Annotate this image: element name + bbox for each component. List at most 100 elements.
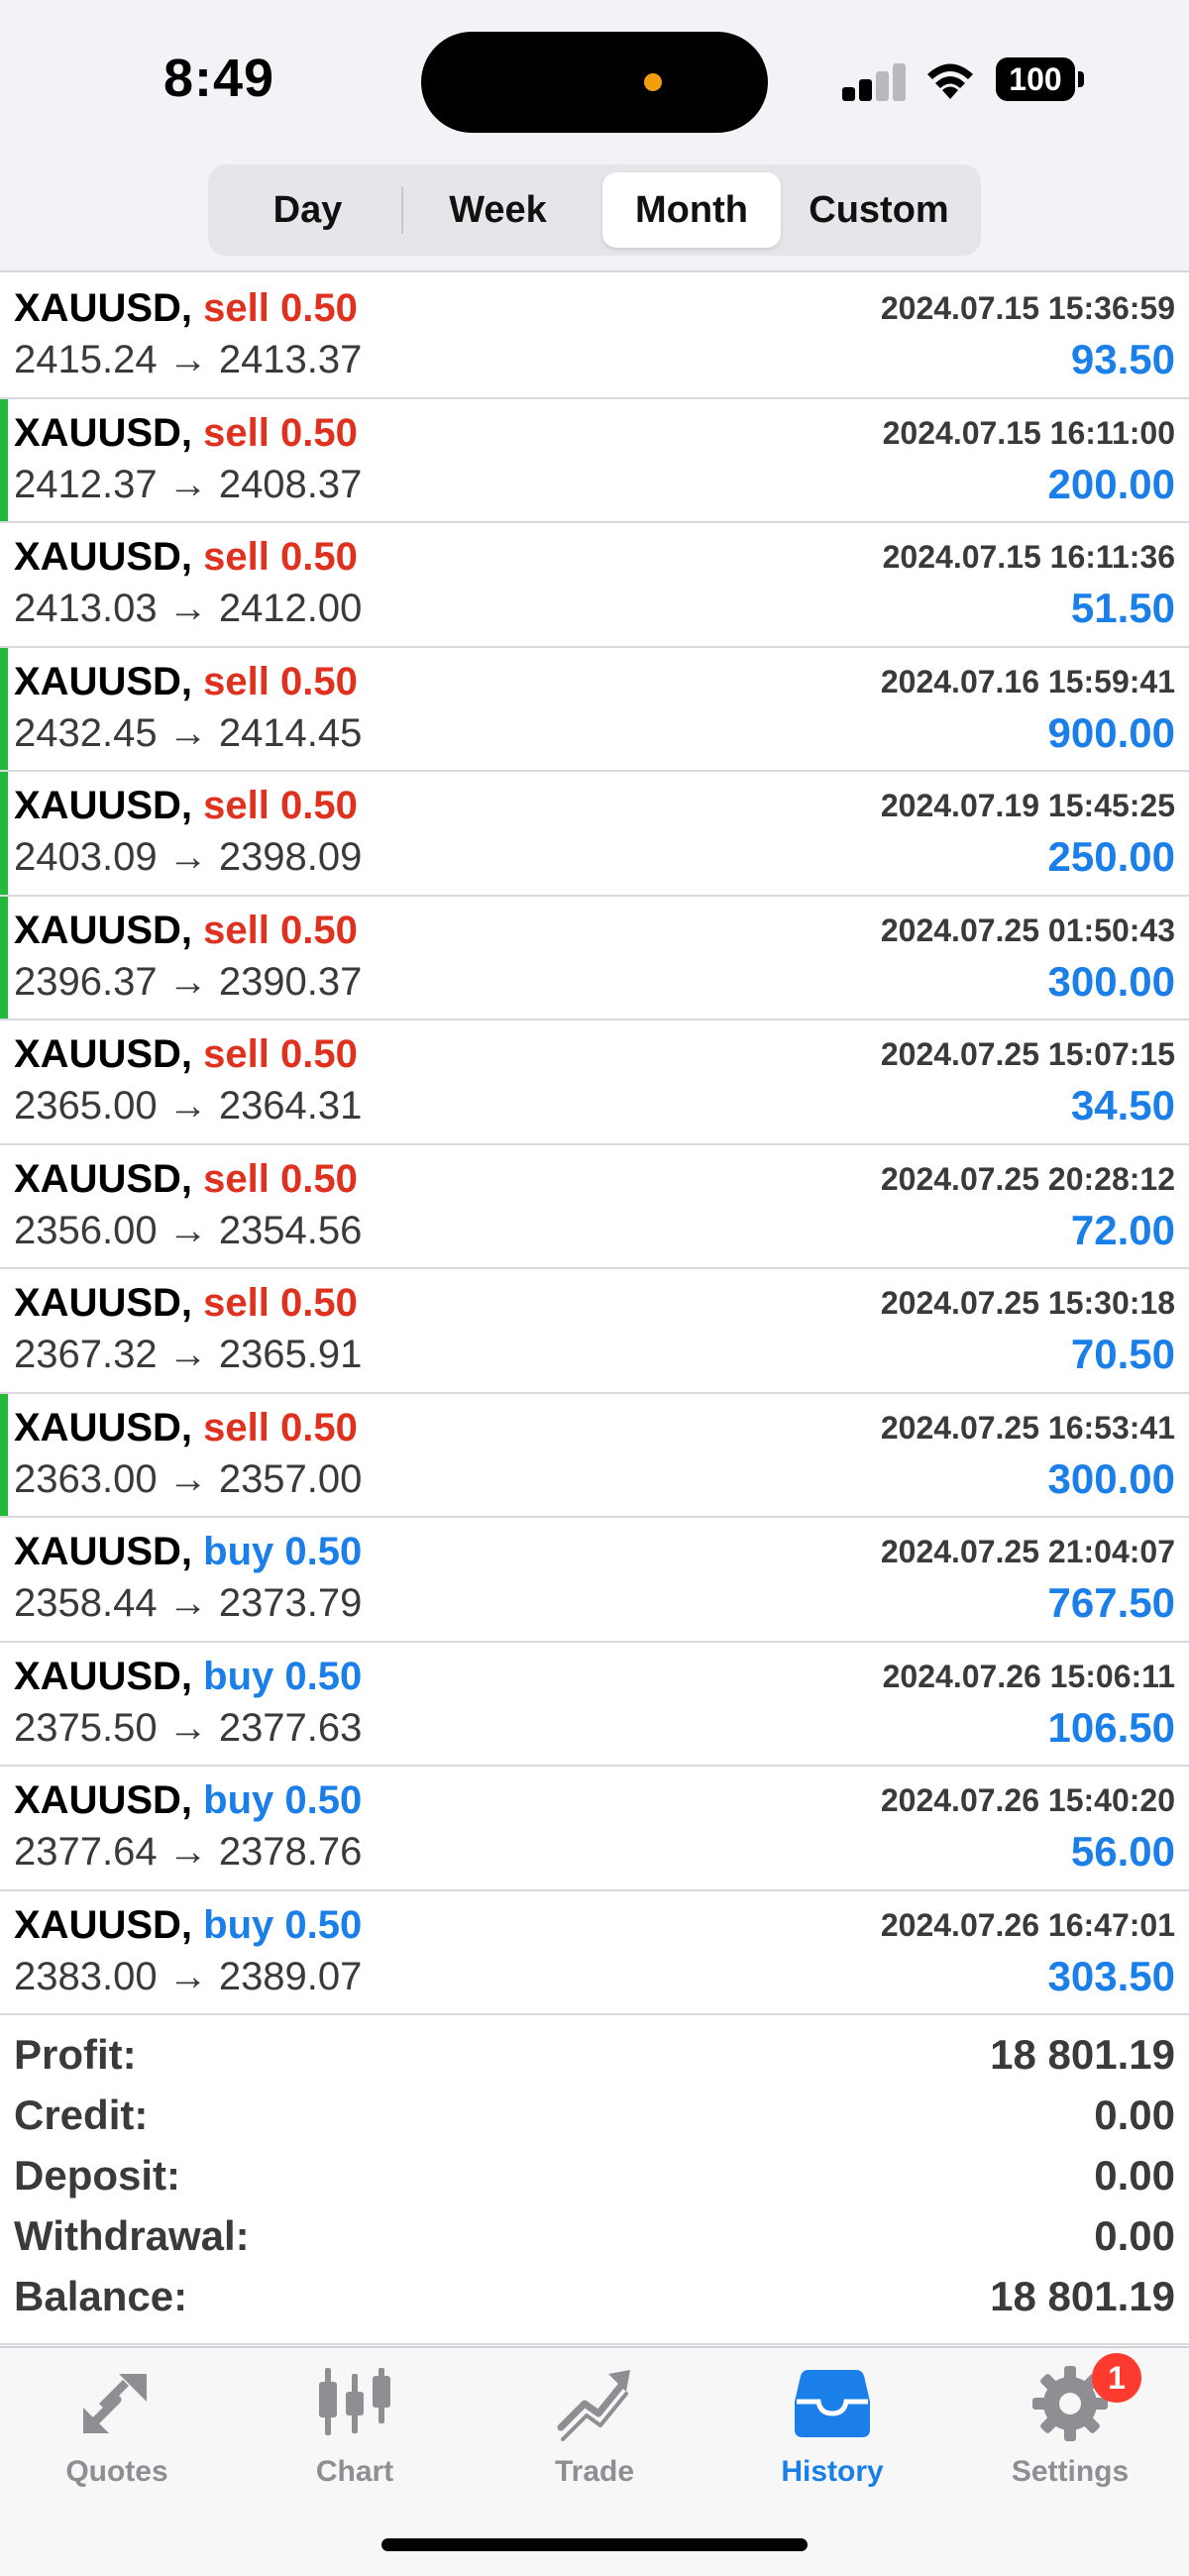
withdrawal-label: Withdrawal: bbox=[14, 2212, 250, 2259]
deal-profit: 200.00 bbox=[1047, 460, 1175, 507]
home-indicator[interactable] bbox=[381, 2538, 808, 2551]
deal-symbol: XAUUSD, bbox=[14, 410, 193, 455]
withdrawal-value: 0.00 bbox=[1094, 2212, 1175, 2259]
deal-symbol-line: XAUUSD, sell 0.50 bbox=[14, 1157, 358, 1202]
summary-deposit-row: Deposit: 0.00 bbox=[0, 2144, 1189, 2204]
deal-symbol-line: XAUUSD, sell 0.50 bbox=[14, 286, 358, 331]
deal-symbol: XAUUSD, bbox=[14, 1405, 193, 1449]
deal-side-volume: buy 0.50 bbox=[203, 1654, 363, 1698]
wifi-icon bbox=[927, 63, 973, 99]
deal-prices: 2358.44 → 2373.79 bbox=[14, 1581, 363, 1625]
deal-row[interactable]: XAUUSD, sell 0.50 2363.00 → 2357.00 2024.0… bbox=[0, 1393, 1189, 1518]
deal-time: 2024.07.25 21:04:07 bbox=[880, 1534, 1175, 1569]
deal-row[interactable]: XAUUSD, sell 0.50 2396.37 → 2390.37 2024.0… bbox=[0, 896, 1189, 1020]
credit-value: 0.00 bbox=[1094, 2092, 1175, 2138]
deal-row[interactable]: XAUUSD, sell 0.50 2365.00 → 2364.31 2024.0… bbox=[0, 1020, 1189, 1145]
deal-prices: 2356.00 → 2354.56 bbox=[14, 1208, 363, 1252]
deal-profit: 300.00 bbox=[1047, 957, 1175, 1005]
tab-quotes[interactable]: Quotes bbox=[18, 2364, 216, 2493]
status-time: 8:49 bbox=[163, 49, 275, 108]
deal-symbol-line: XAUUSD, sell 0.50 bbox=[14, 1032, 358, 1077]
period-segmented-control: Day Week Month Custom bbox=[208, 164, 981, 256]
deal-time: 2024.07.26 16:47:01 bbox=[880, 1906, 1175, 1943]
deal-row[interactable]: XAUUSD, buy 0.50 2383.00 → 2389.07 2024.07… bbox=[0, 1891, 1189, 2015]
deal-row[interactable]: XAUUSD, sell 0.50 2415.24 → 2413.37 2024.0… bbox=[0, 274, 1189, 399]
deal-row[interactable]: XAUUSD, sell 0.50 2432.45 → 2414.45 2024.0… bbox=[0, 647, 1189, 772]
tab-day[interactable]: Day bbox=[216, 172, 399, 248]
tab-settings-label: Settings bbox=[1011, 2455, 1130, 2488]
deal-profit: 106.50 bbox=[1047, 1703, 1175, 1751]
deal-time: 2024.07.26 15:06:11 bbox=[882, 1658, 1175, 1694]
deal-symbol: XAUUSD, bbox=[14, 1281, 193, 1325]
trade-trend-icon bbox=[557, 2370, 630, 2441]
deal-profit: 250.00 bbox=[1047, 833, 1175, 880]
deal-row[interactable]: XAUUSD, sell 0.50 2367.32 → 2365.91 2024.0… bbox=[0, 1269, 1189, 1394]
status-bar: 8:49 100 bbox=[0, 0, 1189, 159]
deal-symbol-line: XAUUSD, buy 0.50 bbox=[14, 1530, 362, 1574]
deal-profit: 56.00 bbox=[1070, 1828, 1175, 1875]
tab-custom[interactable]: Custom bbox=[785, 172, 973, 248]
cellular-signal-icon bbox=[842, 61, 908, 101]
deal-row[interactable]: XAUUSD, sell 0.50 2356.00 → 2354.56 2024.0… bbox=[0, 1145, 1189, 1269]
tab-month[interactable]: Month bbox=[602, 172, 781, 248]
tab-trade[interactable]: Trade bbox=[495, 2364, 694, 2493]
deal-side-volume: sell 0.50 bbox=[203, 1405, 358, 1449]
deal-symbol-line: XAUUSD, sell 0.50 bbox=[14, 784, 358, 828]
deal-prices: 2365.00 → 2364.31 bbox=[14, 1084, 363, 1127]
quotes-arrows-icon bbox=[83, 2374, 147, 2433]
tab-history-label: History bbox=[781, 2455, 884, 2488]
deal-time: 2024.07.26 15:40:20 bbox=[880, 1782, 1175, 1818]
summary-withdrawal-row: Withdrawal: 0.00 bbox=[0, 2204, 1189, 2265]
battery-level: 100 bbox=[996, 57, 1075, 101]
deal-side-volume: buy 0.50 bbox=[203, 1902, 363, 1947]
deal-status-indicator bbox=[0, 896, 8, 1019]
deal-side-volume: sell 0.50 bbox=[203, 908, 358, 952]
deal-row[interactable]: XAUUSD, sell 0.50 2413.03 → 2412.00 2024.0… bbox=[0, 523, 1189, 648]
deal-time: 2024.07.25 15:07:15 bbox=[880, 1036, 1175, 1072]
deal-symbol-line: XAUUSD, buy 0.50 bbox=[14, 1903, 362, 1948]
deal-symbol: XAUUSD, bbox=[14, 659, 193, 703]
tab-week[interactable]: Week bbox=[406, 172, 590, 248]
tab-chart-label: Chart bbox=[315, 2455, 394, 2488]
tab-quotes-label: Quotes bbox=[65, 2455, 168, 2488]
deal-row[interactable]: XAUUSD, buy 0.50 2375.50 → 2377.63 2024.07… bbox=[0, 1643, 1189, 1767]
deal-row[interactable]: XAUUSD, buy 0.50 2358.44 → 2373.79 2024.07… bbox=[0, 1518, 1189, 1643]
deal-prices: 2363.00 → 2357.00 bbox=[14, 1456, 363, 1501]
deal-symbol: XAUUSD, bbox=[14, 1156, 193, 1201]
deal-status-indicator bbox=[0, 398, 8, 521]
balance-label: Balance: bbox=[14, 2273, 188, 2319]
credit-label: Credit: bbox=[14, 2092, 149, 2138]
tab-history[interactable]: History bbox=[733, 2364, 931, 2493]
deal-profit: 34.50 bbox=[1070, 1082, 1175, 1128]
tab-chart[interactable]: Chart bbox=[256, 2364, 454, 2493]
deal-symbol: XAUUSD, bbox=[14, 784, 193, 827]
deal-symbol: XAUUSD, bbox=[14, 1902, 193, 1947]
battery-icon: 100 bbox=[996, 57, 1084, 101]
deal-symbol-line: XAUUSD, buy 0.50 bbox=[14, 1655, 362, 1699]
period-selector-bar: Day Week Month Custom bbox=[0, 159, 1189, 272]
deal-time: 2024.07.25 15:30:18 bbox=[880, 1285, 1175, 1321]
deal-profit: 300.00 bbox=[1047, 1454, 1175, 1502]
deal-prices: 2375.50 → 2377.63 bbox=[14, 1705, 363, 1750]
deal-row[interactable]: XAUUSD, sell 0.50 2412.37 → 2408.37 2024.0… bbox=[0, 398, 1189, 523]
deal-side-volume: sell 0.50 bbox=[203, 410, 358, 455]
deal-time: 2024.07.25 20:28:12 bbox=[880, 1160, 1175, 1197]
deal-side-volume: sell 0.50 bbox=[203, 286, 358, 330]
deal-side-volume: sell 0.50 bbox=[203, 1032, 358, 1076]
deal-time: 2024.07.25 16:53:41 bbox=[880, 1409, 1175, 1446]
deal-time: 2024.07.15 15:36:59 bbox=[880, 290, 1175, 326]
candlestick-chart-icon bbox=[319, 2368, 390, 2435]
account-summary: Profit: 18 801.19 Credit: 0.00 Deposit: … bbox=[0, 2023, 1189, 2345]
deal-symbol-line: XAUUSD, buy 0.50 bbox=[14, 1778, 362, 1823]
deal-symbol-line: XAUUSD, sell 0.50 bbox=[14, 660, 358, 704]
deal-row[interactable]: XAUUSD, buy 0.50 2377.64 → 2378.76 2024.07… bbox=[0, 1767, 1189, 1891]
deal-side-volume: buy 0.50 bbox=[203, 1530, 363, 1573]
deal-prices: 2413.03 → 2412.00 bbox=[14, 587, 363, 630]
deal-prices: 2415.24 → 2413.37 bbox=[14, 338, 363, 381]
deal-profit: 767.50 bbox=[1047, 1579, 1175, 1626]
deal-prices: 2377.64 → 2378.76 bbox=[14, 1830, 363, 1874]
deal-prices: 2403.09 → 2398.09 bbox=[14, 835, 363, 879]
deal-row[interactable]: XAUUSD, sell 0.50 2403.09 → 2398.09 2024.0… bbox=[0, 772, 1189, 897]
deal-symbol: XAUUSD, bbox=[14, 286, 193, 330]
deal-time: 2024.07.16 15:59:41 bbox=[880, 663, 1175, 699]
